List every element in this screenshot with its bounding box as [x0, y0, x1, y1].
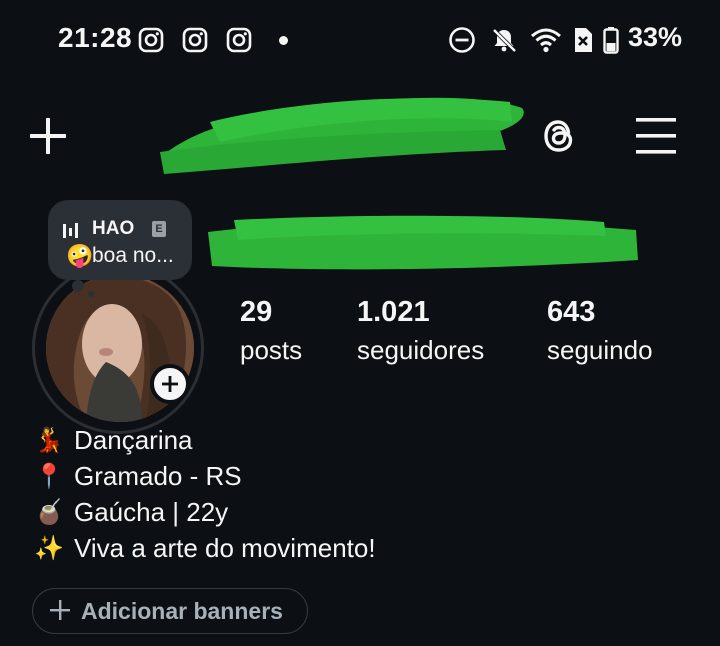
bio-line: ✨ Viva a arte do movimento! [34, 530, 376, 566]
stat-posts[interactable]: 29 posts [240, 296, 302, 366]
mate-emoji: 🧉 [34, 498, 64, 526]
profile-bio: 💃 Dançarina 📍 Gramado - RS 🧉 Gaúcha | 22… [34, 422, 376, 566]
note-emoji: 🤪 [66, 243, 94, 268]
stat-number: 29 [240, 296, 273, 328]
instagram-icon [182, 27, 208, 53]
stat-following[interactable]: 643 seguindo [547, 296, 653, 366]
bio-text: Gaúcha | 22y [74, 496, 229, 527]
note-title: HAO [92, 218, 135, 239]
add-banners-button[interactable]: Adicionar banners [32, 588, 308, 634]
pin-emoji: 📍 [34, 462, 64, 490]
note-bubble-tail [72, 280, 84, 292]
bio-text: Gramado - RS [74, 460, 242, 491]
dancer-emoji: 💃 [34, 426, 64, 454]
bio-line: 📍 Gramado - RS [34, 458, 376, 494]
add-story-button[interactable] [150, 364, 190, 404]
plus-icon [162, 376, 178, 392]
username-redaction-scribble [160, 97, 524, 174]
note-bubble-tail-small [88, 291, 94, 297]
hamburger-menu-icon[interactable] [634, 116, 678, 156]
status-time: 21:28 [58, 22, 133, 53]
stat-label: seguindo [547, 335, 653, 365]
stat-number: 643 [547, 296, 596, 328]
plus-icon [50, 600, 70, 620]
add-banners-label: Adicionar banners [81, 598, 283, 624]
stat-label: posts [240, 335, 303, 365]
status-bar: 21:28 33% [0, 0, 720, 80]
bio-text: Dançarina [74, 424, 193, 455]
bell-off-icon [492, 28, 517, 53]
stat-number: 1.021 [357, 296, 430, 328]
instagram-icon [226, 27, 252, 53]
bio-line: 🧉 Gaúcha | 22y [34, 494, 376, 530]
do-not-disturb-icon [449, 27, 475, 53]
note-text: boa no... [92, 244, 174, 267]
battery-icon [603, 27, 619, 54]
no-sim-icon [575, 28, 592, 52]
explicit-badge: E [152, 221, 166, 237]
bio-text: Viva a arte do movimento! [74, 532, 376, 563]
stat-followers[interactable]: 1.021 seguidores [357, 296, 484, 366]
stat-label: seguidores [357, 335, 485, 365]
display-name-redaction-scribble [208, 215, 638, 270]
instagram-icon [138, 27, 164, 53]
wifi-icon [531, 28, 561, 53]
music-equalizer-icon [63, 223, 78, 238]
battery-percentage: 33% [628, 22, 683, 52]
profile-avatar[interactable] [32, 262, 208, 438]
sparkles-emoji: ✨ [34, 534, 64, 562]
more-notifications-dot [279, 36, 288, 45]
create-plus-icon[interactable] [28, 116, 68, 156]
bio-line: 💃 Dançarina [34, 422, 376, 458]
threads-icon[interactable] [538, 114, 582, 158]
